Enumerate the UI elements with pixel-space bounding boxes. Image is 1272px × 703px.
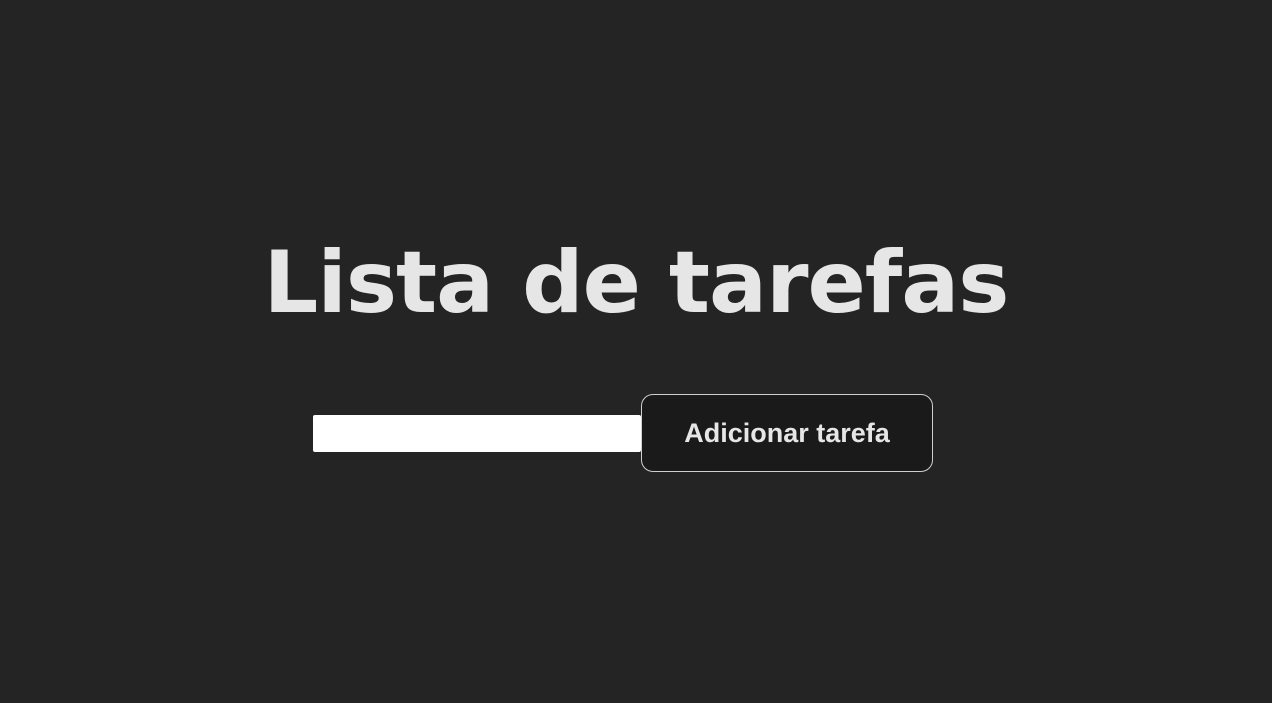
page-title: Lista de tarefas (263, 233, 1010, 333)
task-input[interactable] (313, 414, 641, 452)
add-task-button[interactable]: Adicionar tarefa (641, 394, 933, 472)
todo-app: Lista de tarefas Adicionar tarefa (0, 0, 1272, 703)
add-task-form: Adicionar tarefa (313, 394, 933, 472)
